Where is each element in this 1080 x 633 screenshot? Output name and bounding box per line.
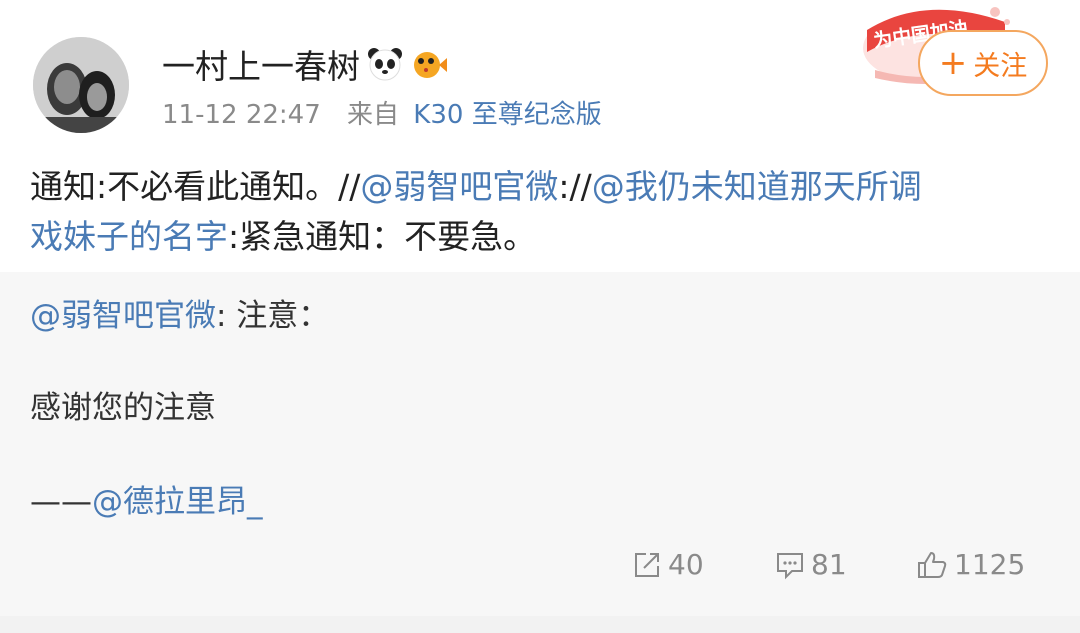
post-content: 通知:不必看此通知。//@弱智吧官微://@我仍未知道那天所调 戏妹子的名字:紧… (30, 162, 1050, 262)
avatar[interactable] (33, 37, 129, 133)
post-meta: 11-12 22:47 来自 K30 至尊纪念版 (162, 94, 602, 131)
panda-icon (368, 48, 402, 81)
mention-user[interactable]: @我仍未知道那天所调 (592, 167, 922, 206)
post-time: 11-12 22:47 (162, 100, 321, 130)
source-prefix: 来自 (347, 100, 400, 130)
post-text-2: :// (558, 167, 592, 206)
follow-button[interactable]: + 关注 (918, 30, 1048, 96)
like-action[interactable]: 1125 (916, 548, 1025, 581)
retweet-card[interactable]: @弱智吧官微: 注意： 感谢您的注意 ——@德拉里昂_ 40 81 1125 (0, 272, 1080, 616)
like-count: 1125 (954, 548, 1026, 581)
thumbs-up-icon (918, 551, 947, 578)
source-device[interactable]: K30 至尊纪念版 (413, 100, 601, 130)
post-text-3: :紧急通知：不要急。 (228, 217, 537, 256)
post-text-1: 通知:不必看此通知。// (30, 167, 361, 206)
comment-icon (777, 552, 803, 579)
repost-action[interactable]: 40 (632, 548, 704, 581)
mention-ruozhiba[interactable]: @弱智吧官微 (360, 167, 558, 206)
username-row[interactable]: 一村上一春树 (162, 40, 448, 88)
credit-dash: —— (30, 484, 92, 520)
credit-mention[interactable]: @德拉里昂_ (92, 484, 263, 520)
retweet-mention[interactable]: @弱智吧官微 (30, 298, 216, 334)
retweet-body: 感谢您的注意 (30, 390, 216, 426)
username[interactable]: 一村上一春树 (162, 40, 360, 88)
retweet-heading: @弱智吧官微: 注意： (30, 290, 329, 335)
follow-label: 关注 (973, 50, 1028, 82)
pufferfish-icon (414, 52, 447, 78)
post-header: 一村上一春树 11-12 22:47 来自 K30 至尊纪念版 为中国加油 + … (0, 0, 1080, 150)
retweet-heading-text: : 注意： (216, 298, 330, 334)
mention-user-cont[interactable]: 戏妹子的名字 (30, 217, 228, 256)
plus-icon: + (938, 43, 968, 83)
retweet-credit: ——@德拉里昂_ (30, 476, 263, 521)
comment-count: 81 (811, 548, 847, 581)
repost-count: 40 (668, 548, 704, 581)
comment-action[interactable]: 81 (775, 548, 847, 581)
repost-icon (635, 552, 659, 577)
divider (0, 616, 1080, 633)
